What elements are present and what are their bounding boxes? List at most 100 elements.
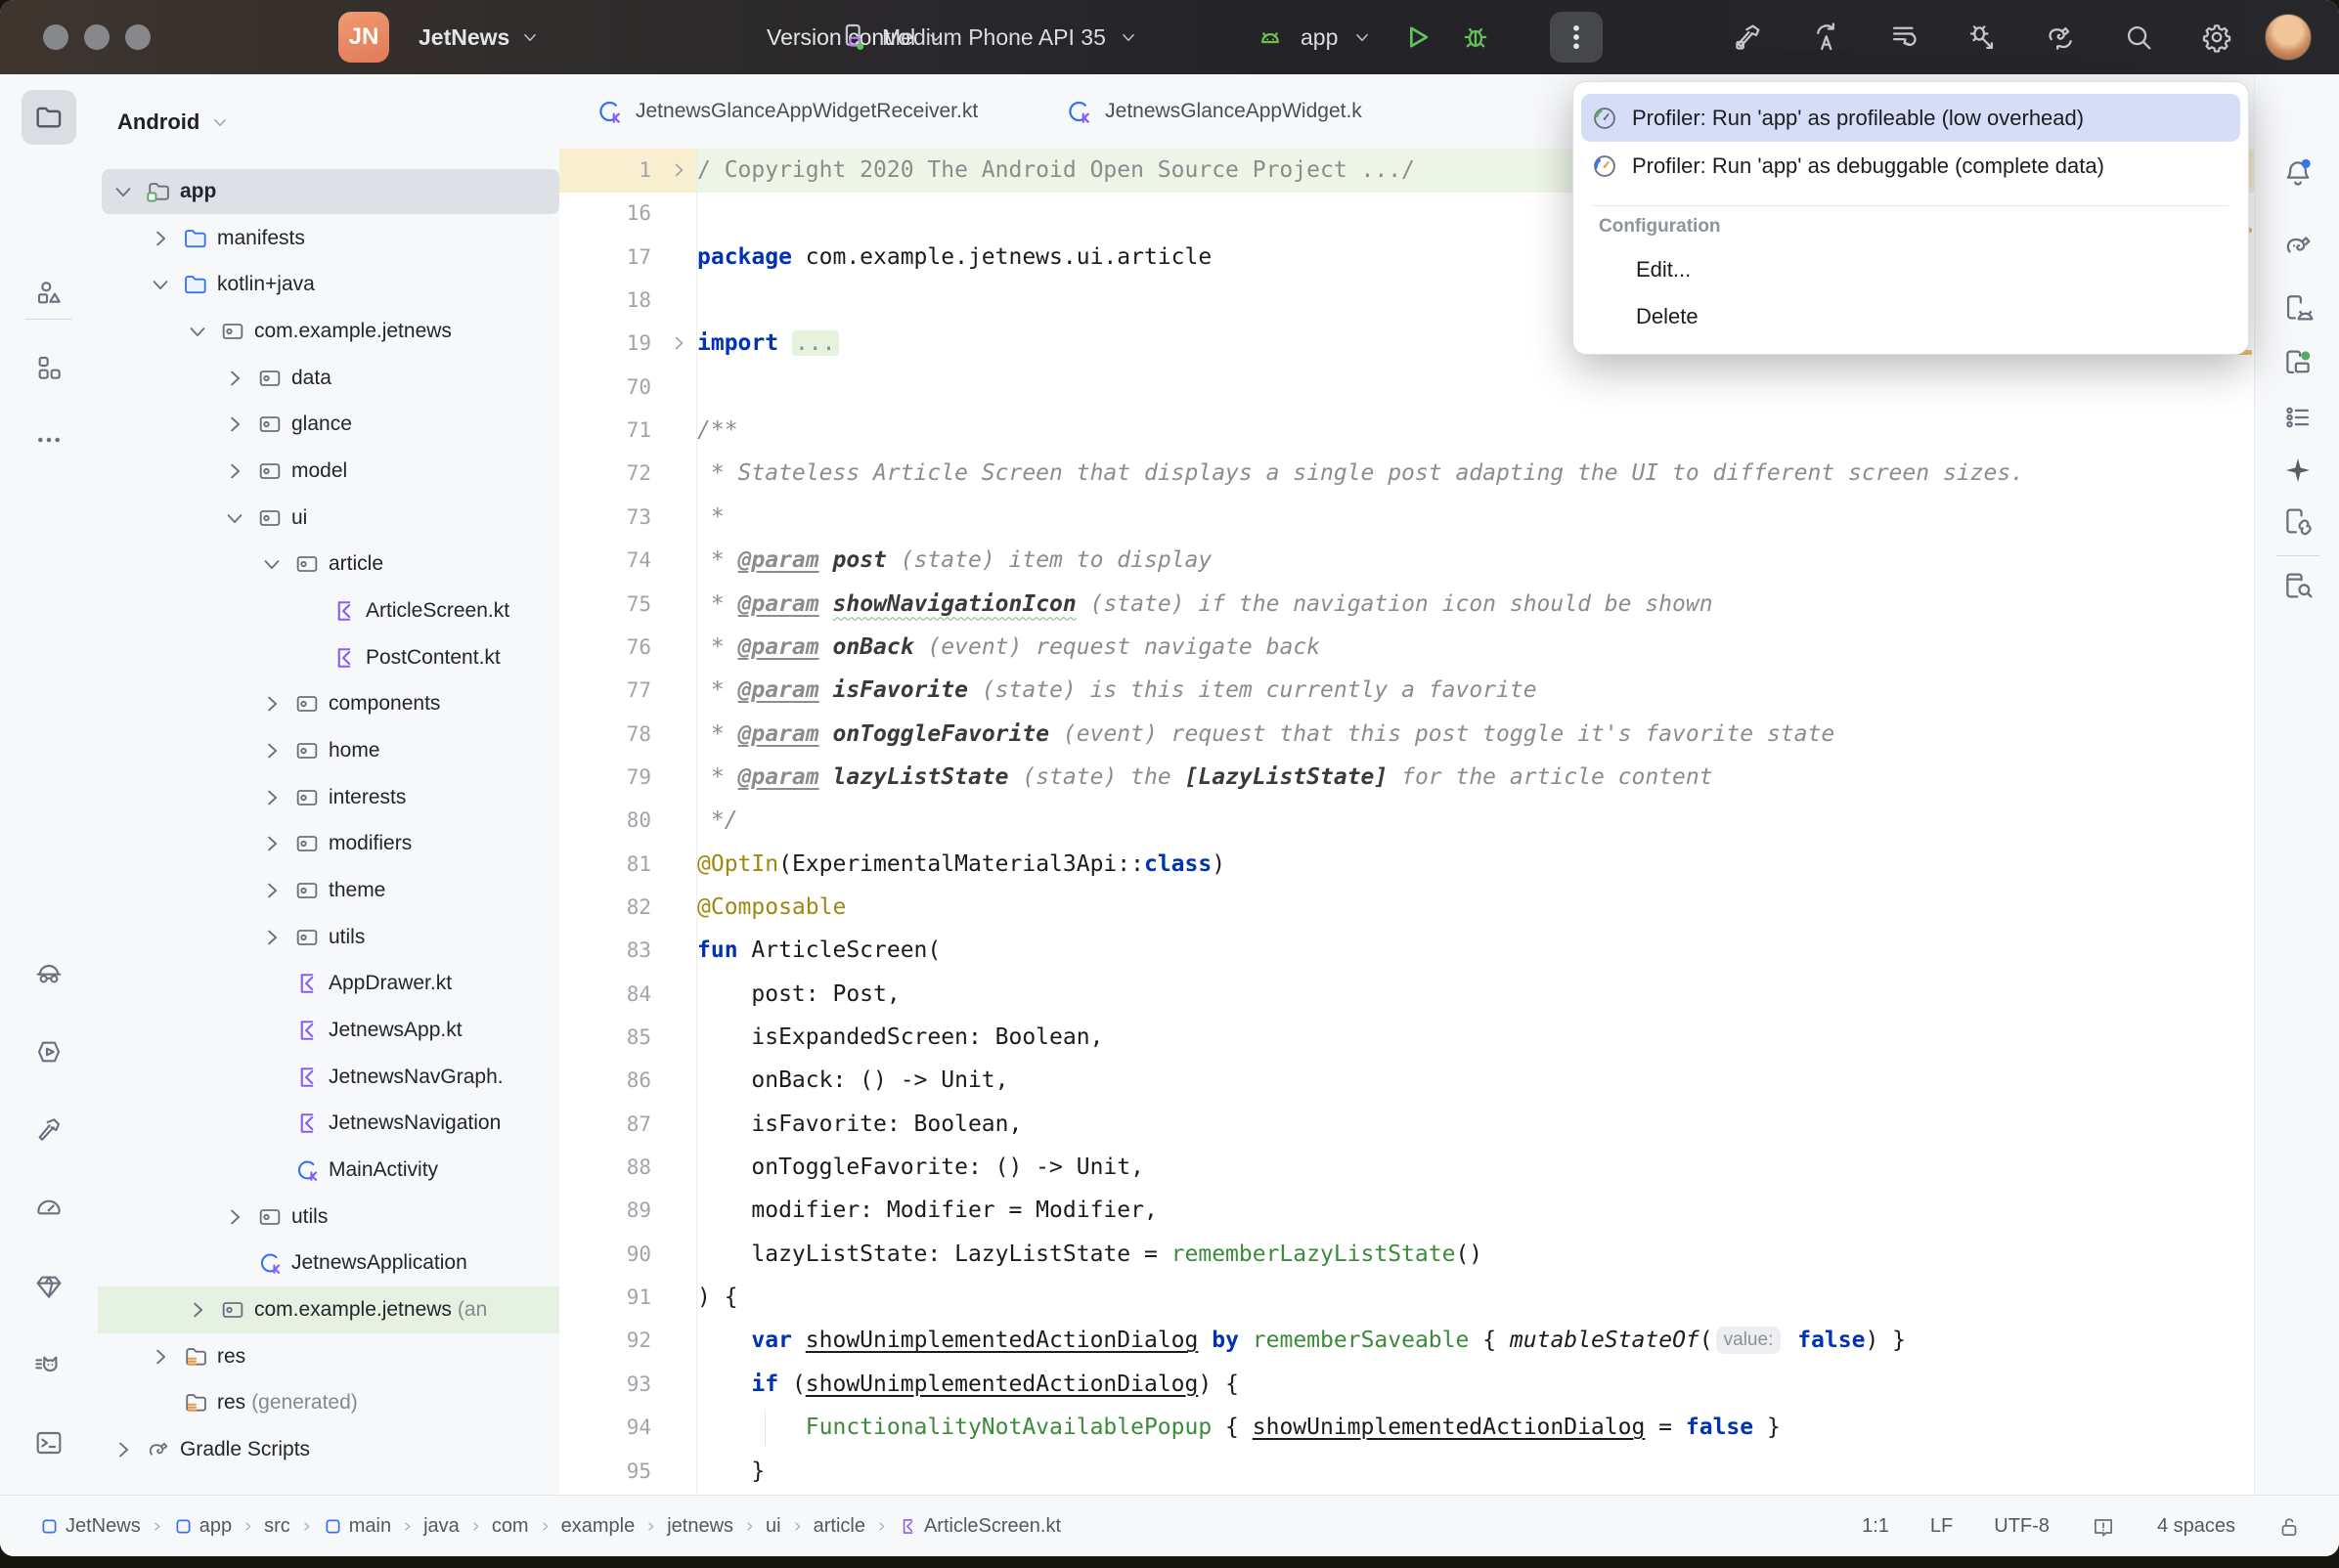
tree-row-com-example-jetnews[interactable]: com.example.jetnews <box>98 308 559 355</box>
run-button[interactable] <box>1400 21 1434 54</box>
code-line-71[interactable]: 71/** <box>559 409 2254 453</box>
chevron-right-icon[interactable] <box>110 1436 137 1463</box>
tree-row-glance[interactable]: glance <box>98 401 559 448</box>
code-line-85[interactable]: 85 isExpandedScreen: Boolean, <box>559 1016 2254 1060</box>
logcat-tool-button[interactable] <box>22 1337 76 1392</box>
tree-row-ui[interactable]: ui <box>98 495 559 542</box>
code-line-86[interactable]: 86 onBack: () -> Unit, <box>559 1059 2254 1103</box>
attach-debugger-icon[interactable] <box>1965 21 1999 54</box>
terminal-tool-button[interactable] <box>22 1416 76 1470</box>
gradle-sync-icon[interactable] <box>2044 21 2077 54</box>
breadcrumb-item-ui[interactable]: ui <box>766 1515 781 1538</box>
structure-tool-button[interactable] <box>22 340 76 395</box>
tree-row-theme[interactable]: theme <box>98 867 559 914</box>
device-mirroring-tool-button[interactable] <box>2281 504 2315 538</box>
run-config-name[interactable]: app <box>1301 24 1338 51</box>
run-tool-button[interactable] <box>22 1024 76 1079</box>
tree-row-jetnewsapp-kt[interactable]: JetnewsApp.kt <box>98 1007 559 1054</box>
code-line-81[interactable]: 81@OptIn(ExperimentalMaterial3Api::class… <box>559 843 2254 887</box>
chevron-down-icon[interactable] <box>147 271 174 298</box>
project-selector[interactable]: JetNews <box>419 0 541 74</box>
code-line-83[interactable]: 83fun ArticleScreen( <box>559 929 2254 973</box>
tree-row-jetnewsapplication[interactable]: JetnewsApplication <box>98 1240 559 1286</box>
tab-jetnewsglanceappwidgetreceiver[interactable]: JetnewsGlanceAppWidgetReceiver.kt <box>595 97 978 126</box>
code-line-88[interactable]: 88 onToggleFavorite: () -> Unit, <box>559 1146 2254 1190</box>
breadcrumb-item-java[interactable]: java <box>423 1515 460 1538</box>
code-line-90[interactable]: 90 lazyListState: LazyListState = rememb… <box>559 1233 2254 1277</box>
indent-widget[interactable]: 4 spaces <box>2157 1515 2235 1538</box>
chevron-right-icon[interactable] <box>221 365 248 392</box>
tree-row-data[interactable]: data <box>98 355 559 402</box>
chevron-down-icon[interactable] <box>1351 26 1373 48</box>
gradle-tool-button[interactable] <box>2281 229 2315 262</box>
tree-row-jetnewsnavigation[interactable]: JetnewsNavigation <box>98 1100 559 1147</box>
chevron-right-icon[interactable] <box>258 784 286 811</box>
code-line-82[interactable]: 82@Composable <box>559 886 2254 930</box>
breadcrumb-item-article[interactable]: article <box>814 1515 865 1538</box>
breadcrumb-item-jetnews[interactable]: jetnews <box>667 1515 733 1538</box>
breadcrumb-item-app[interactable]: app <box>173 1515 232 1538</box>
resource-manager-tool-button[interactable] <box>22 266 76 321</box>
sync-list-icon[interactable] <box>1887 21 1920 54</box>
breadcrumb-item-articlescreen-kt[interactable]: ArticleScreen.kt <box>898 1515 1061 1538</box>
tree-row-kotlin-java[interactable]: kotlin+java <box>98 261 559 308</box>
running-devices-tool-button[interactable] <box>2281 346 2315 379</box>
device-explorer-tool-button[interactable] <box>2281 569 2315 602</box>
app-inspection-tool-button[interactable] <box>22 1259 76 1314</box>
chevron-right-icon[interactable] <box>258 924 286 951</box>
chevron-right-icon[interactable] <box>221 411 248 438</box>
tree-row-modifiers[interactable]: modifiers <box>98 820 559 867</box>
code-line-72[interactable]: 72 * Stateless Article Screen that displ… <box>559 452 2254 496</box>
user-avatar[interactable] <box>2265 14 2312 61</box>
debug-button[interactable] <box>1459 21 1492 54</box>
fold-collapsed-icon[interactable] <box>667 331 690 355</box>
tab-jetnewsglanceappwidget[interactable]: JetnewsGlanceAppWidget.k <box>1064 97 1362 126</box>
tree-row-postcontent-kt[interactable]: PostContent.kt <box>98 634 559 681</box>
minimize-window-button[interactable] <box>84 24 110 50</box>
chevron-right-icon[interactable] <box>258 737 286 764</box>
code-line-94[interactable]: 94 FunctionalityNotAvailablePopup { show… <box>559 1406 2254 1450</box>
chevron-right-icon[interactable] <box>147 1343 174 1371</box>
code-line-84[interactable]: 84 post: Post, <box>559 973 2254 1017</box>
code-line-77[interactable]: 77 * @param isFavorite (state) is this i… <box>559 669 2254 713</box>
tree-row-articlescreen-kt[interactable]: ArticleScreen.kt <box>98 588 559 634</box>
app-quality-insights-tool-button[interactable] <box>22 946 76 1001</box>
notifications-tool-button[interactable] <box>2281 156 2315 190</box>
tree-row-interests[interactable]: interests <box>98 774 559 821</box>
code-line-91[interactable]: 91) { <box>559 1276 2254 1320</box>
profiler-tool-button[interactable] <box>22 1181 76 1236</box>
chevron-down-icon[interactable] <box>184 318 211 345</box>
caret-position-widget[interactable]: 1:1 <box>1862 1515 1889 1538</box>
code-line-79[interactable]: 79 * @param lazyListState (state) the [L… <box>559 756 2254 800</box>
tree-row-mainactivity[interactable]: MainActivity <box>98 1147 559 1194</box>
build-variants-tool-button[interactable] <box>2281 401 2315 434</box>
tree-row-utils[interactable]: utils <box>98 914 559 961</box>
tree-row-article[interactable]: article <box>98 541 559 588</box>
tree-row-manifests[interactable]: manifests <box>98 215 559 262</box>
code-line-87[interactable]: 87 isFavorite: Boolean, <box>559 1103 2254 1147</box>
apply-changes-icon[interactable] <box>1809 21 1842 54</box>
code-line-70[interactable]: 70 <box>559 366 2254 410</box>
search-icon[interactable] <box>2122 21 2155 54</box>
fold-collapsed-icon[interactable] <box>667 158 690 182</box>
gemini-tool-button[interactable] <box>2281 454 2315 487</box>
code-line-93[interactable]: 93 if (showUnimplementedActionDialog) { <box>559 1363 2254 1407</box>
code-line-78[interactable]: 78 * @param onToggleFavorite (event) req… <box>559 713 2254 757</box>
code-line-75[interactable]: 75 * @param showNavigationIcon (state) i… <box>559 583 2254 627</box>
breadcrumb-item-com[interactable]: com <box>492 1515 529 1538</box>
inspections-widget-icon[interactable] <box>2091 1514 2116 1540</box>
popup-delete-item[interactable]: Delete <box>1636 293 1699 340</box>
chevron-right-icon[interactable] <box>184 1296 211 1324</box>
code-line-74[interactable]: 74 * @param post (state) item to display <box>559 539 2254 583</box>
tree-row-com-example-jetnews[interactable]: com.example.jetnews (an <box>98 1286 559 1333</box>
tree-row-res[interactable]: res (generated) <box>98 1379 559 1426</box>
code-line-92[interactable]: 92 var showUnimplementedActionDialog by … <box>559 1319 2254 1363</box>
popup-edit-item[interactable]: Edit... <box>1636 246 1691 293</box>
more-tool-windows-button[interactable] <box>22 413 76 467</box>
encoding-widget[interactable]: UTF-8 <box>1994 1515 2050 1538</box>
chevron-down-icon[interactable] <box>110 178 137 205</box>
code-line-76[interactable]: 76 * @param onBack (event) request navig… <box>559 626 2254 670</box>
close-window-button[interactable] <box>43 24 68 50</box>
breadcrumb-item-jetnews[interactable]: JetNews <box>39 1515 141 1538</box>
breadcrumb-item-example[interactable]: example <box>561 1515 636 1538</box>
